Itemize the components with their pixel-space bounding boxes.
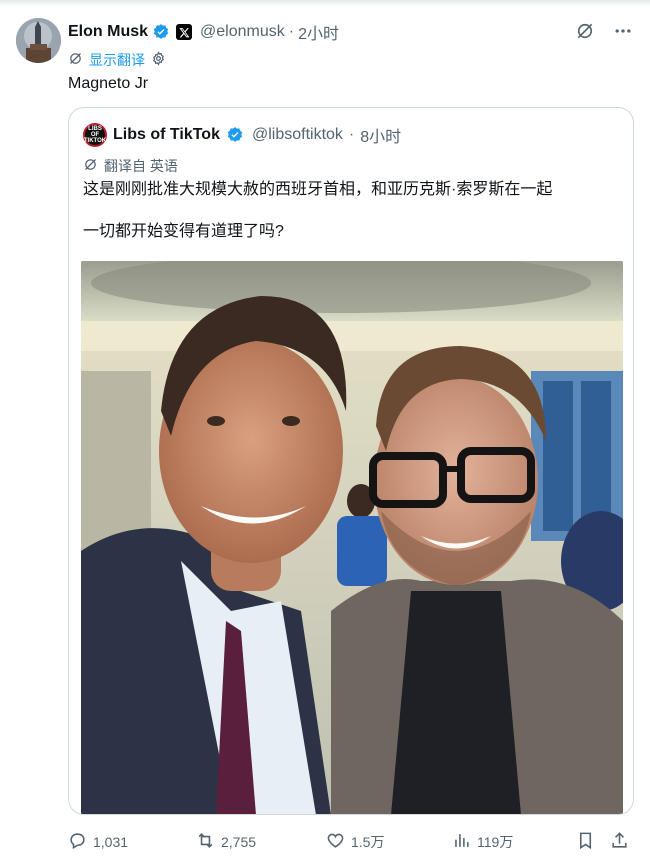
views-count: 119万	[477, 834, 514, 850]
quote-text-line2: 一切都开始变得有道理了吗?	[83, 223, 284, 240]
tweet-text: Magneto Jr	[68, 75, 149, 92]
share-icon	[610, 831, 629, 853]
repost-icon	[196, 831, 215, 853]
author-name[interactable]: Elon Musk	[68, 23, 148, 41]
bookmark-button[interactable]	[576, 831, 610, 853]
bookmark-icon	[576, 831, 595, 853]
translate-icon	[83, 157, 98, 175]
share-button[interactable]	[610, 831, 632, 853]
translated-from-label: 翻译自 英语	[104, 158, 178, 174]
like-count: 1.5万	[351, 834, 385, 850]
repost-button[interactable]: 2,755	[196, 831, 326, 853]
like-icon	[326, 831, 345, 853]
quote-author-handle[interactable]: @libsoftiktok	[252, 126, 343, 144]
quote-text-line1: 这是刚刚批准大规模大赦的西班牙首相，和亚历克斯·索罗斯在一起	[83, 181, 553, 198]
quote-photo[interactable]	[81, 261, 623, 814]
quote-time[interactable]: 8小时	[360, 123, 401, 147]
translate-icon	[68, 51, 83, 69]
avatar[interactable]	[16, 18, 61, 63]
translated-from: 翻译自 英语	[83, 156, 178, 176]
reply-icon	[68, 831, 87, 853]
tweet-actions: 1,031 2,755 1.5万 119万	[68, 828, 634, 856]
show-translation-label[interactable]: 显示翻译	[89, 50, 145, 70]
tweet-top-actions	[574, 20, 634, 42]
reply-button[interactable]: 1,031	[68, 831, 196, 853]
show-translation[interactable]: 显示翻译	[68, 50, 166, 70]
like-button[interactable]: 1.5万	[326, 831, 452, 853]
views-button[interactable]: 119万	[452, 831, 576, 853]
views-icon	[452, 831, 471, 853]
quote-author-name[interactable]: Libs of TikTok	[113, 126, 220, 144]
author-handle[interactable]: @elonmusk	[200, 23, 285, 41]
grok-icon[interactable]	[574, 20, 596, 42]
quote-avatar[interactable]: LIBS OF TIKTOK	[83, 123, 107, 147]
reply-count: 1,031	[93, 834, 129, 850]
top-fade	[0, 0, 650, 6]
more-icon[interactable]	[612, 20, 634, 42]
tweet-header: Elon Musk @elonmusk · 2小时	[68, 20, 339, 44]
quote-avatar-text: LIBS OF TIKTOK	[83, 126, 107, 144]
quote-header: LIBS OF TIKTOK Libs of TikTok @libsoftik…	[83, 122, 401, 148]
verified-badge-icon	[226, 126, 244, 144]
verified-badge-icon	[152, 23, 170, 41]
repost-count: 2,755	[221, 834, 257, 850]
settings-icon[interactable]	[151, 51, 166, 69]
x-logo-icon	[176, 24, 193, 40]
tweet-time[interactable]: 2小时	[298, 20, 339, 44]
quoted-tweet[interactable]: LIBS OF TIKTOK Libs of TikTok @libsoftik…	[68, 107, 634, 815]
